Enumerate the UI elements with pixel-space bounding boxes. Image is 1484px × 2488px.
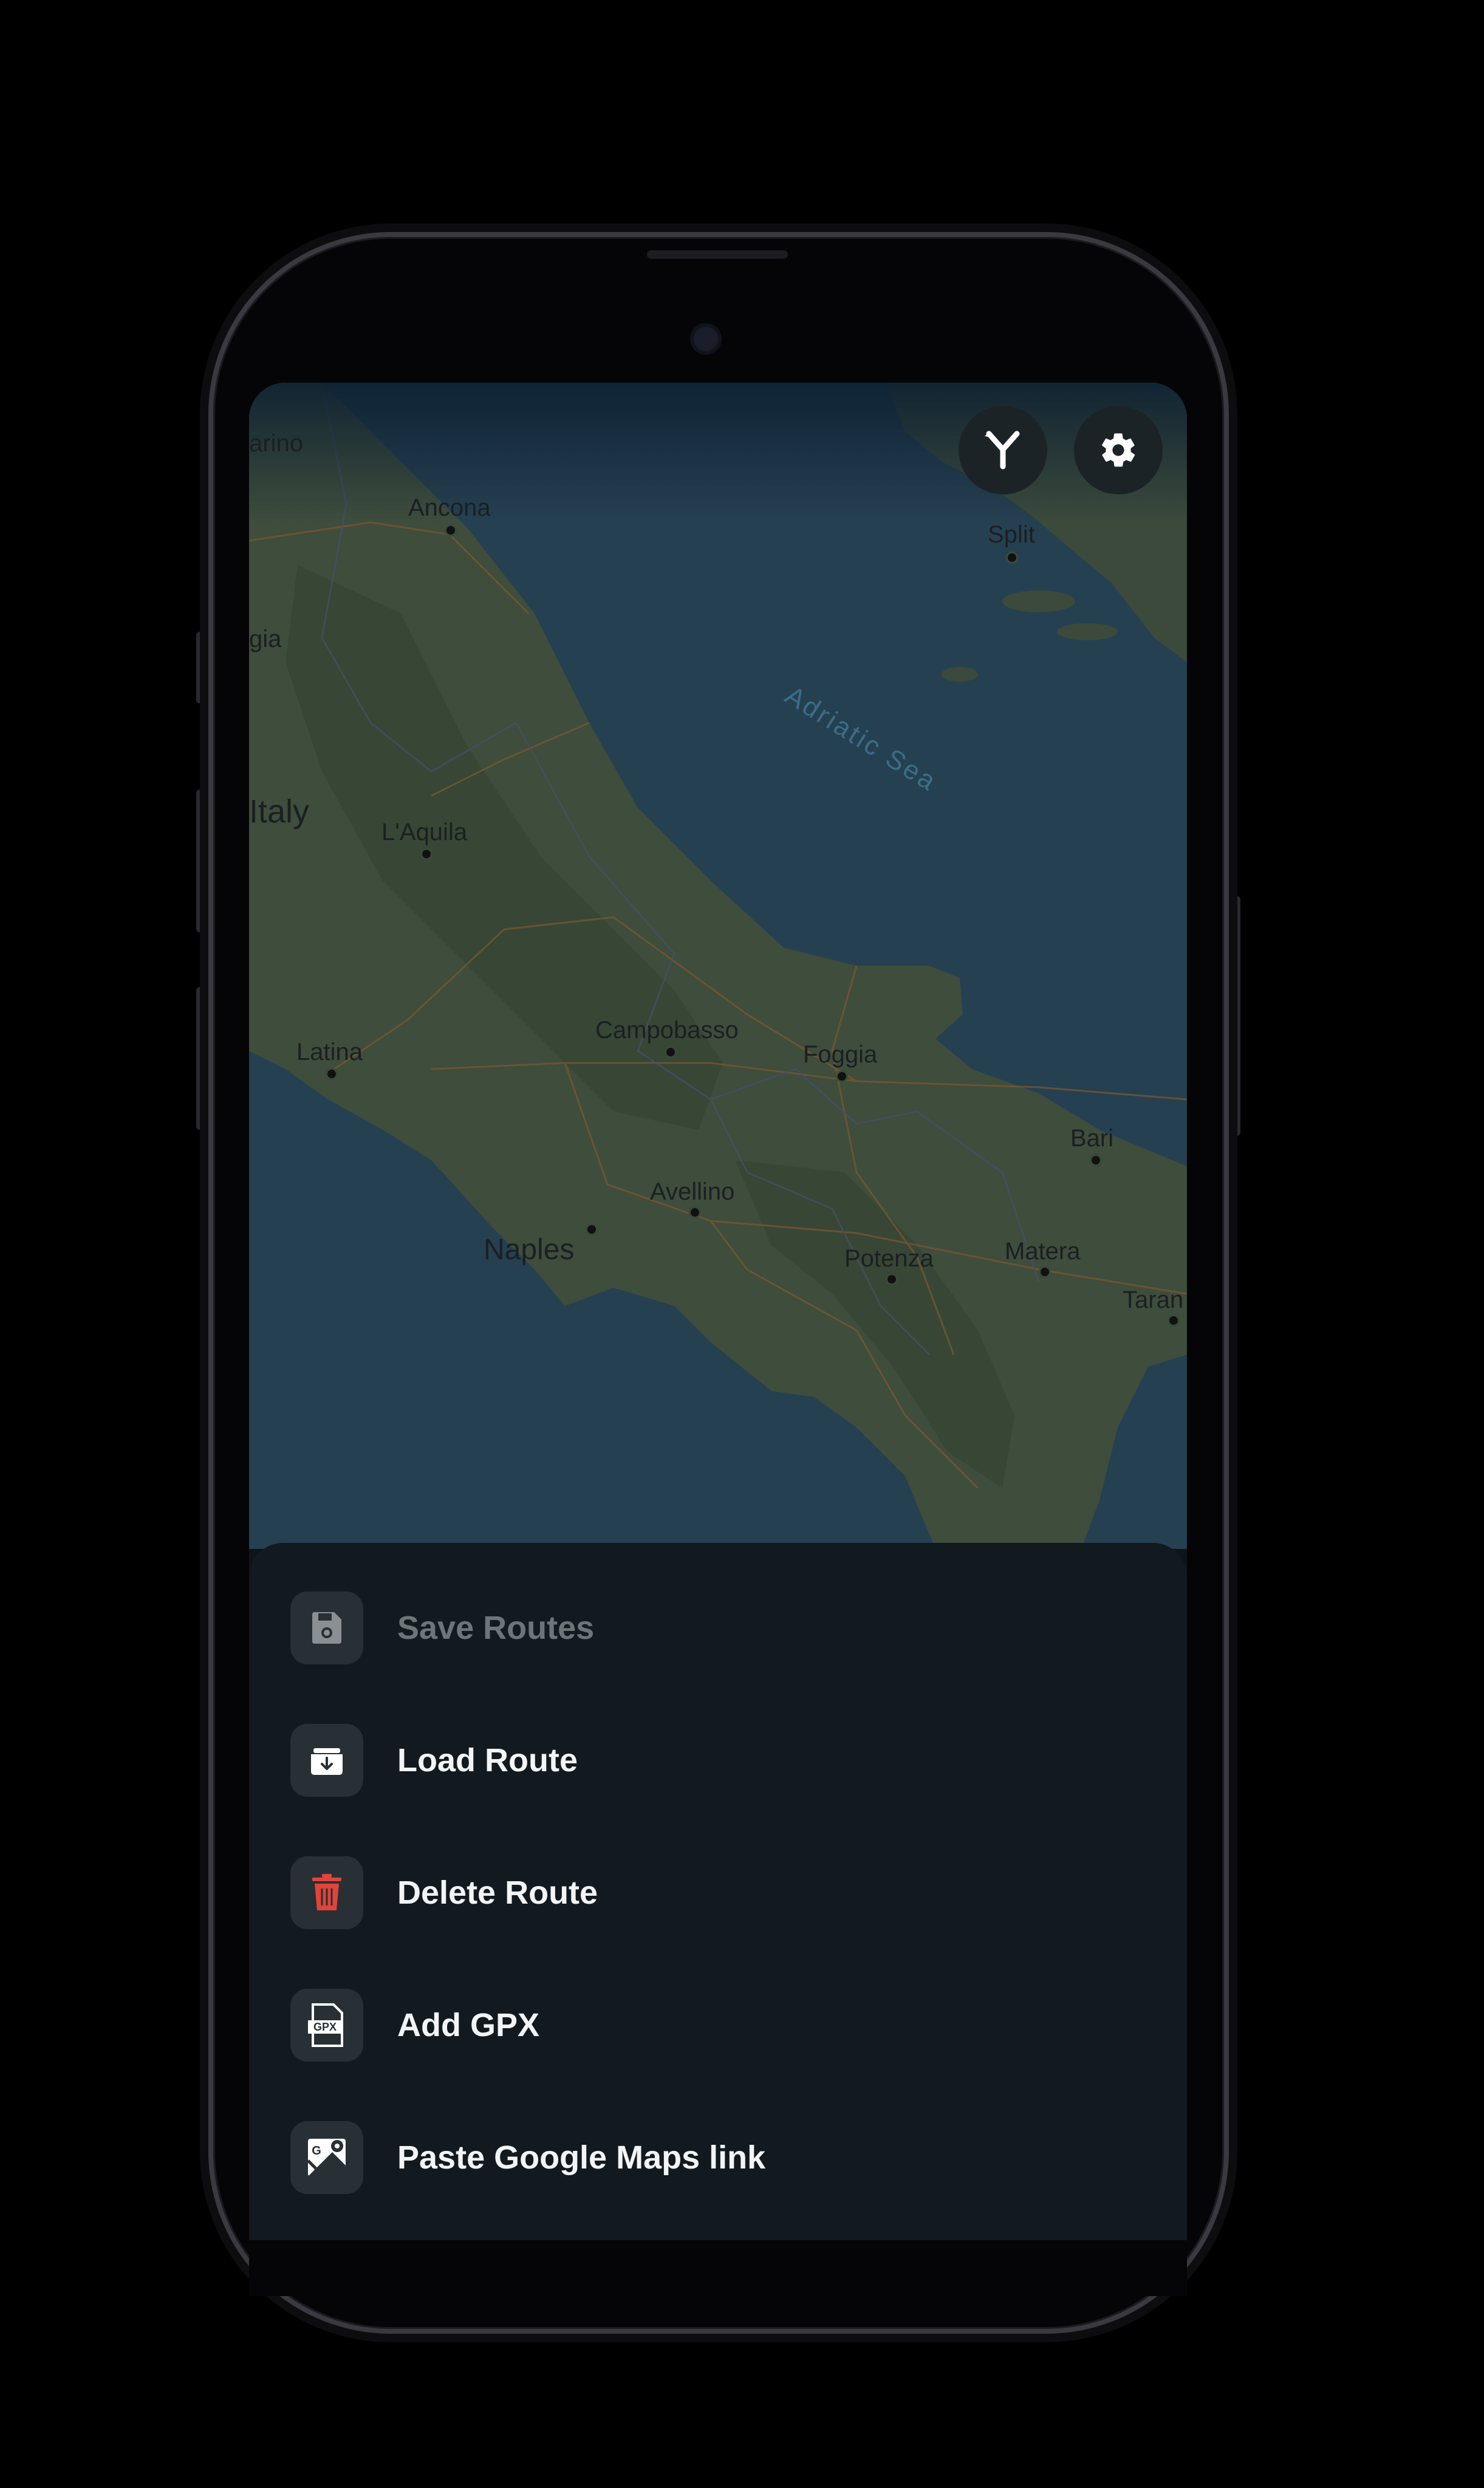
map-label-taranto: Taran [1123,1287,1184,1313]
google-maps-icon-box: G [290,2121,363,2194]
power-button [1231,896,1240,1136]
city-dot [1039,1266,1051,1278]
route-mode-button[interactable] [959,406,1047,494]
save-icon [312,1612,341,1644]
add-gpx-item[interactable]: GPX Add GPX [290,1989,1153,2062]
gpx-file-icon: GPX [308,2003,343,2047]
svg-text:G: G [312,2144,321,2158]
city-dot [420,848,433,860]
city-dot [1090,1154,1102,1166]
map-label-campobasso: Campobasso [595,1017,739,1044]
map-label-ancona: Ancona [408,494,491,521]
delete-route-label: Delete Route [397,1875,598,1911]
city-dot [445,524,457,536]
city-dot [836,1070,848,1082]
city-dot [886,1273,898,1285]
map-label-bari: Bari [1070,1125,1114,1152]
map-label-split: Split [988,521,1035,548]
save-routes-label: Save Routes [397,1610,595,1646]
route-split-icon [985,431,1020,470]
map-label-avellino: Avellino [650,1178,735,1205]
google-maps-icon: G [307,2139,346,2178]
settings-button[interactable] [1074,406,1163,494]
city-dot [1006,552,1018,564]
gear-icon [1102,433,1135,467]
volume-up-button [196,790,206,932]
download-box-icon [311,1748,343,1775]
map-terrain [249,383,1187,1549]
front-camera [690,323,722,355]
city-dot [665,1046,677,1058]
city-dot [1168,1314,1180,1327]
trash-icon [312,1874,341,1910]
paste-google-maps-item[interactable]: G Paste Google Maps link [290,2121,1153,2194]
save-routes-item: Save Routes [290,1591,1153,1664]
paste-google-maps-label: Paste Google Maps link [397,2139,766,2176]
route-actions-sheet: Save Routes Load Route Delete Route GPX … [249,1543,1187,2240]
map-label-latina: Latina [296,1039,363,1065]
action-button [196,632,206,703]
map-label-laquila: L'Aquila [381,819,468,846]
delete-icon-box [290,1856,363,1929]
city-dot [586,1223,598,1235]
delete-route-item[interactable]: Delete Route [290,1856,1153,1929]
map-view[interactable]: arino Ancona Split gia Adriatic Sea Ital… [249,383,1187,1549]
load-icon-box [290,1724,363,1797]
phone-speaker [647,250,788,259]
load-route-label: Load Route [397,1742,578,1779]
save-icon-box [290,1591,363,1664]
city-dot [326,1068,338,1080]
map-label-naples: Naples [484,1234,575,1266]
map-label-matera: Matera [1005,1238,1081,1265]
map-label-italy: Italy [249,793,310,830]
screen-bottom-edge [249,2240,1187,2296]
svg-text:GPX: GPX [313,2021,337,2033]
add-gpx-label: Add GPX [397,2007,540,2043]
map-label-foggia: Foggia [803,1041,878,1068]
volume-down-button [196,987,206,1130]
city-dot [689,1206,701,1218]
map-label-gia: gia [249,626,282,652]
map-label-potenza: Potenza [844,1245,934,1272]
gpx-icon-box: GPX [290,1989,363,2062]
load-route-item[interactable]: Load Route [290,1724,1153,1797]
map-label-arino: arino [249,430,303,457]
app-screen: arino Ancona Split gia Adriatic Sea Ital… [249,383,1187,2240]
